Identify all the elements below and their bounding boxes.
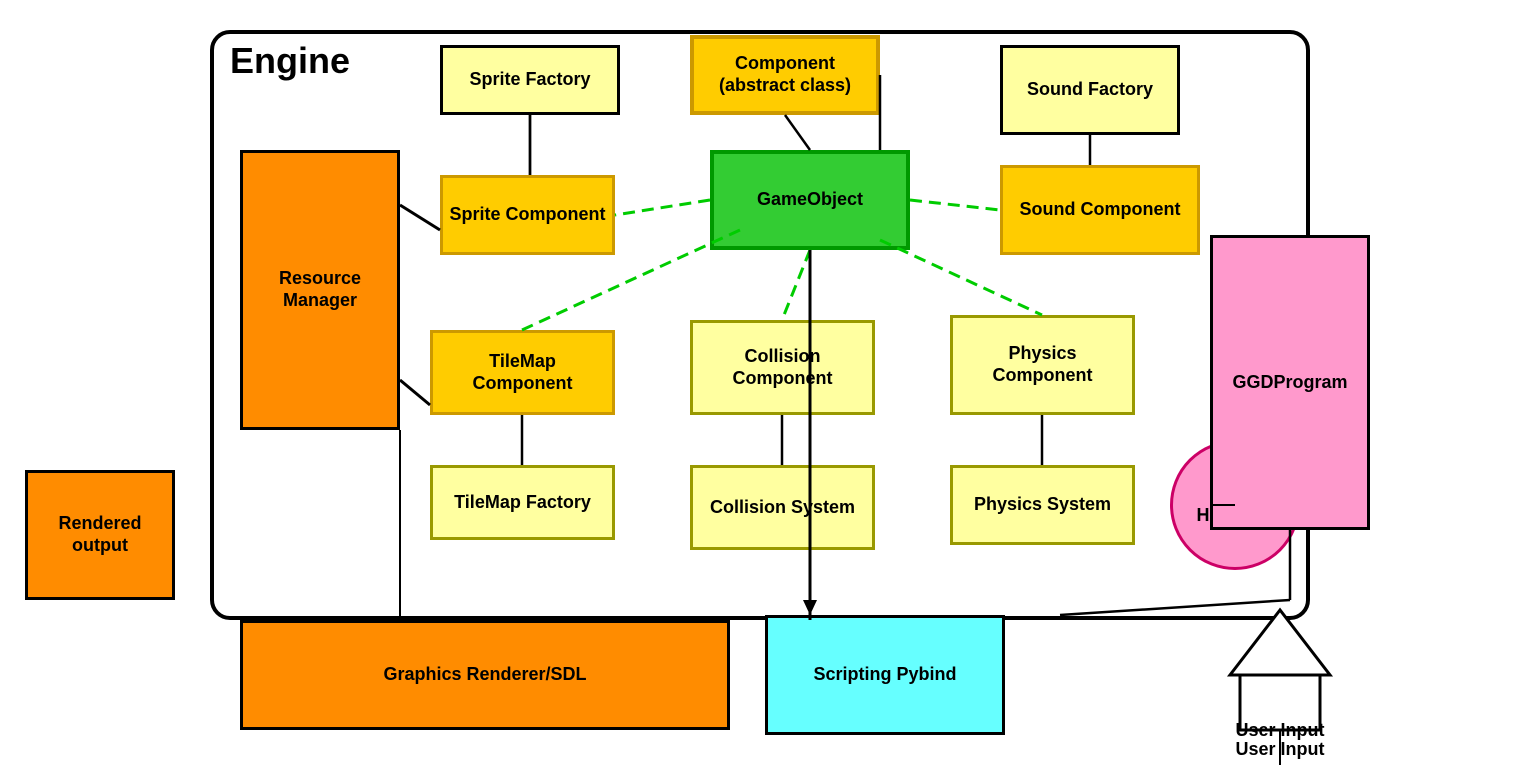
sprite-component-box: Sprite Component (440, 175, 615, 255)
diagram-container: Engine Resource Manager Sprite Factory C… (10, 10, 1527, 756)
sound-component-box: Sound Component (1000, 165, 1200, 255)
graphics-renderer-box: Graphics Renderer/SDL (240, 620, 730, 730)
tilemap-component-box: TileMap Component (430, 330, 615, 415)
ggdprogram-box: GGDProgram (1210, 235, 1370, 530)
component-abstract-box: Component (abstract class) (690, 35, 880, 115)
physics-component-box: Physics Component (950, 315, 1135, 415)
resource-manager-box: Resource Manager (240, 150, 400, 430)
tilemap-factory-box: TileMap Factory (430, 465, 615, 540)
rendered-output-box: Rendered output (25, 470, 175, 600)
sprite-factory-box: Sprite Factory (440, 45, 620, 115)
collision-system-box: Collision System (690, 465, 875, 550)
user-input-label: User Input (1200, 720, 1360, 741)
collision-component-box: Collision Component (690, 320, 875, 415)
physics-system-box: Physics System (950, 465, 1135, 545)
engine-label: Engine (230, 40, 350, 82)
gameobject-box: GameObject (710, 150, 910, 250)
scripting-pybind-box: Scripting Pybind (765, 615, 1005, 735)
sound-factory-box: Sound Factory (1000, 45, 1180, 135)
svg-text:User Input: User Input (1235, 739, 1324, 759)
